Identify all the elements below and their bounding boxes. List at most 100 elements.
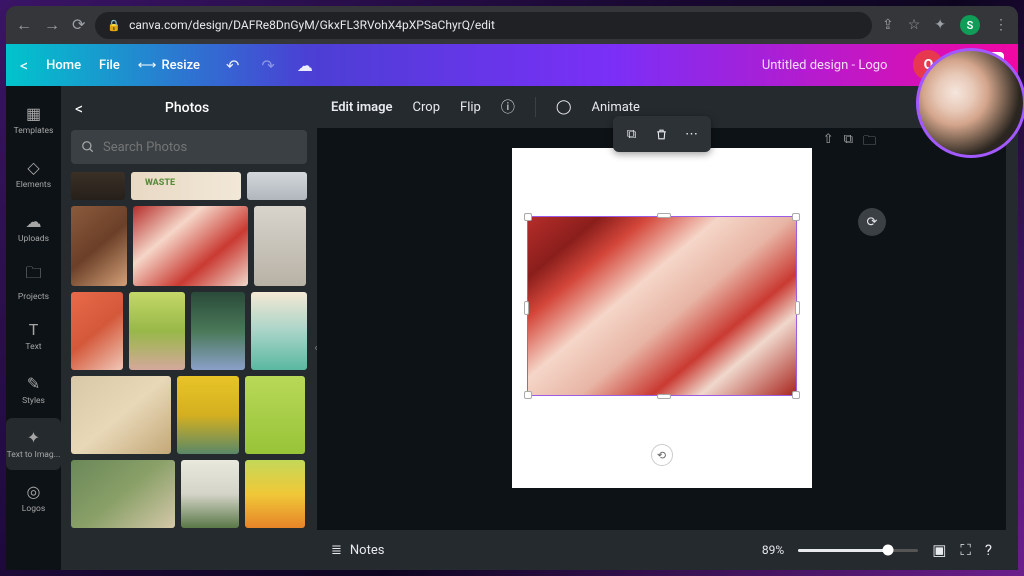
search-input[interactable]	[103, 140, 297, 155]
logos-icon: ◎	[27, 482, 41, 501]
page-duplicate-icon[interactable]: ⧉	[844, 132, 853, 154]
text-to-image-icon: ✦	[27, 428, 40, 447]
photo-thumb[interactable]	[71, 206, 127, 286]
resize-handle-tr[interactable]	[792, 213, 800, 221]
search-box[interactable]	[71, 130, 307, 164]
url-bar[interactable]: 🔒 canva.com/design/DAFRe8DnGyM/GkxFL3RVo…	[95, 12, 872, 39]
templates-icon: ▦	[26, 104, 41, 123]
resize-menu[interactable]: ⟷ Resize	[138, 58, 200, 73]
side-panel: < Photos WASTE	[61, 86, 317, 570]
more-options-button[interactable]: ⋯	[678, 121, 706, 147]
browser-chrome: ← → ⟳ 🔒 canva.com/design/DAFRe8DnGyM/Gkx…	[6, 6, 1018, 44]
projects-icon: 🗀	[25, 262, 41, 289]
left-rail: ▦Templates ◇Elements ☁Uploads 🗀Projects …	[6, 86, 61, 570]
rail-text[interactable]: TText	[6, 310, 61, 362]
resize-handle-t[interactable]	[657, 213, 671, 218]
page-delete-icon[interactable]: 🗀	[863, 132, 876, 154]
cloud-sync-icon[interactable]: ☁	[297, 56, 313, 75]
rail-styles[interactable]: ✎Styles	[6, 364, 61, 416]
zoom-slider-thumb[interactable]	[883, 545, 894, 556]
refresh-button[interactable]: ⟳	[858, 208, 886, 236]
rail-text-to-image[interactable]: ✦Text to Imag...	[6, 418, 61, 470]
rail-uploads[interactable]: ☁Uploads	[6, 202, 61, 254]
uploads-icon: ☁	[26, 212, 42, 231]
undo-icon[interactable]: ↶	[226, 56, 239, 75]
photo-thumb[interactable]	[177, 376, 239, 454]
crop-button[interactable]: Crop	[413, 100, 440, 115]
photo-thumb[interactable]	[133, 206, 248, 286]
rail-projects[interactable]: 🗀Projects	[6, 256, 61, 308]
lock-icon: 🔒	[107, 19, 121, 32]
animate-icon: ◯	[556, 99, 572, 115]
photo-thumb[interactable]	[71, 376, 171, 454]
notes-icon: ≣	[331, 543, 342, 558]
photo-thumb[interactable]	[245, 376, 305, 454]
design-canvas[interactable]: ⧉ ⋯	[512, 148, 812, 488]
rail-logos[interactable]: ◎Logos	[6, 472, 61, 524]
resize-handle-tl[interactable]	[524, 213, 532, 221]
selection-toolbar: ⧉ ⋯	[613, 116, 711, 152]
bookmark-icon[interactable]: ☆	[908, 17, 921, 33]
edit-image-button[interactable]: Edit image	[331, 100, 393, 115]
browser-back[interactable]: ←	[16, 15, 32, 35]
bottom-bar: ≣ Notes 89% ▣ ⛶ ?	[317, 530, 1006, 570]
photo-thumb[interactable]	[71, 292, 123, 370]
grid-view-icon[interactable]: ▣	[932, 541, 946, 559]
photo-thumb[interactable]	[71, 172, 125, 200]
help-icon[interactable]: ?	[985, 541, 992, 559]
resize-handle-l[interactable]	[524, 301, 529, 315]
rail-elements[interactable]: ◇Elements	[6, 148, 61, 200]
rail-templates[interactable]: ▦Templates	[6, 94, 61, 146]
profile-badge[interactable]: S	[960, 15, 980, 35]
photo-thumb[interactable]	[245, 460, 305, 528]
photo-thumb[interactable]	[181, 460, 239, 528]
animate-button[interactable]: Animate	[592, 100, 640, 115]
zoom-slider[interactable]	[798, 549, 918, 552]
notes-button[interactable]: ≣ Notes	[331, 543, 384, 558]
search-icon	[81, 140, 95, 154]
resize-icon: ⟷	[138, 58, 157, 73]
panel-title: Photos	[99, 100, 275, 116]
header-back-icon[interactable]: <	[20, 56, 28, 75]
panel-back-icon[interactable]: <	[75, 99, 83, 118]
browser-menu-icon[interactable]: ⋮	[994, 17, 1008, 33]
zoom-level[interactable]: 89%	[762, 543, 784, 557]
document-title[interactable]: Untitled design - Logo	[762, 58, 888, 73]
redo-icon[interactable]: ↷	[261, 56, 274, 75]
photo-thumb[interactable]	[191, 292, 245, 370]
rotate-handle[interactable]: ⟲	[651, 444, 673, 466]
presenter-webcam	[916, 48, 1024, 158]
photo-thumb[interactable]	[71, 460, 175, 528]
photo-thumb[interactable]: WASTE	[131, 172, 241, 200]
resize-handle-b[interactable]	[657, 394, 671, 399]
home-link[interactable]: Home	[46, 58, 81, 73]
canvas-area: Edit image Crop Flip ⓘ ◯ Animate ‹ ⇧ ⧉ 🗀	[317, 86, 1006, 570]
delete-button[interactable]	[648, 121, 676, 147]
browser-forward[interactable]: →	[44, 15, 60, 35]
photo-thumb[interactable]	[129, 292, 185, 370]
info-icon[interactable]: ⓘ	[501, 97, 515, 117]
page-up-icon[interactable]: ⇧	[823, 132, 834, 154]
resize-handle-bl[interactable]	[524, 391, 532, 399]
text-icon: T	[29, 320, 39, 339]
selected-image[interactable]	[527, 216, 797, 396]
page-actions: ⇧ ⧉ 🗀	[823, 132, 876, 154]
photo-thumb[interactable]	[251, 292, 307, 370]
browser-reload[interactable]: ⟳	[72, 15, 85, 35]
file-menu[interactable]: File	[99, 58, 120, 73]
share-url-icon[interactable]: ⇪	[882, 17, 894, 33]
photo-grid: WASTE	[61, 172, 317, 570]
extension-icon[interactable]: ✦	[934, 17, 946, 33]
flip-button[interactable]: Flip	[460, 100, 481, 115]
duplicate-button[interactable]: ⧉	[618, 121, 646, 147]
styles-icon: ✎	[27, 374, 40, 393]
fullscreen-icon[interactable]: ⛶	[960, 541, 971, 559]
photo-thumb[interactable]	[247, 172, 307, 200]
url-text: canva.com/design/DAFRe8DnGyM/GkxFL3RVohX…	[129, 18, 495, 32]
app-header: < Home File ⟷ Resize ↶ ↷ ☁ Untitled desi…	[6, 44, 1018, 86]
right-column: 🔒	[1006, 86, 1018, 570]
canvas-viewport[interactable]: ⇧ ⧉ 🗀 ⟳ ⧉ ⋯	[317, 128, 1006, 530]
photo-thumb[interactable]	[254, 206, 306, 286]
resize-handle-br[interactable]	[792, 391, 800, 399]
resize-handle-r[interactable]	[795, 301, 800, 315]
